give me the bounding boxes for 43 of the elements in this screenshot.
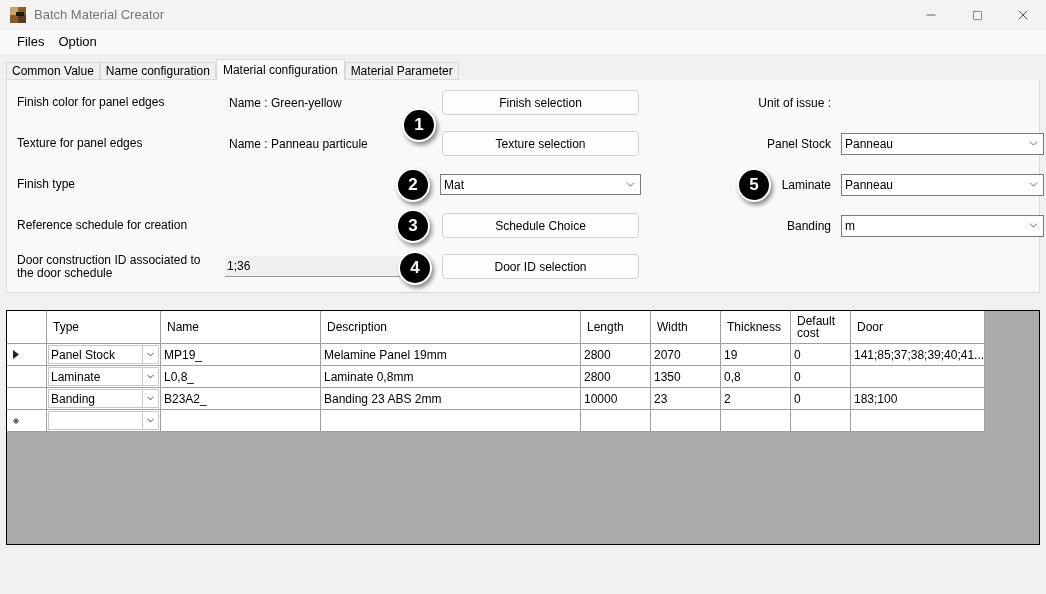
tab[interactable]: Name configuration <box>99 62 216 80</box>
window-title: Batch Material Creator <box>34 6 165 25</box>
dropdown[interactable]: m <box>841 214 1044 237</box>
table-cell <box>581 410 651 432</box>
selection-button[interactable]: Schedule Choice <box>442 213 639 238</box>
field-label: Finish type <box>17 178 77 191</box>
table-cell <box>651 410 721 432</box>
menu-item[interactable]: Option <box>51 32 104 52</box>
menu-item[interactable]: Files <box>10 32 52 52</box>
new-row-icon <box>13 417 19 424</box>
field-label: Finish color for panel edges <box>17 96 166 109</box>
callout-badge: 4 <box>398 251 432 285</box>
callout-badge: 2 <box>396 168 430 202</box>
selection-button[interactable]: Finish selection <box>442 90 639 115</box>
field-label: Door construction ID associated to the door schedule <box>17 253 202 280</box>
callout-badge: 5 <box>737 168 771 202</box>
table-cell <box>721 410 791 432</box>
selection-name: Name : Panneau particule <box>229 135 369 153</box>
dropdown[interactable]: Mat <box>440 174 641 195</box>
table-cell <box>791 410 851 432</box>
unit-label: Panel Stock <box>766 135 831 153</box>
tab[interactable]: Common Value <box>6 62 100 80</box>
callout-badge: 1 <box>402 108 436 142</box>
tab[interactable]: Material configuration <box>215 59 345 80</box>
selection-button[interactable]: Texture selection <box>442 131 639 156</box>
tab[interactable]: Material Parameter <box>344 62 459 80</box>
field-label: Texture for panel edges <box>17 137 144 150</box>
type-dropdown[interactable]: Laminate <box>48 367 159 386</box>
current-row-icon <box>13 350 19 359</box>
unit-label: Laminate <box>781 176 831 194</box>
type-dropdown[interactable]: Banding <box>48 389 159 408</box>
callout-badge: 3 <box>396 209 430 243</box>
dropdown[interactable]: Panneau <box>841 132 1044 155</box>
selection-button[interactable]: Door ID selection <box>442 254 639 279</box>
app-icon <box>10 7 26 23</box>
maximize-icon <box>971 9 983 21</box>
selection-name: Name : Green-yellow <box>229 94 343 112</box>
unit-label: Unit of issue : <box>758 94 831 112</box>
unit-label: Banding <box>786 217 831 235</box>
field-label: Reference schedule for creation <box>17 219 189 232</box>
type-dropdown[interactable]: Panel Stock <box>48 345 159 364</box>
type-dropdown[interactable] <box>48 411 159 430</box>
dropdown[interactable]: Panneau <box>841 173 1044 196</box>
